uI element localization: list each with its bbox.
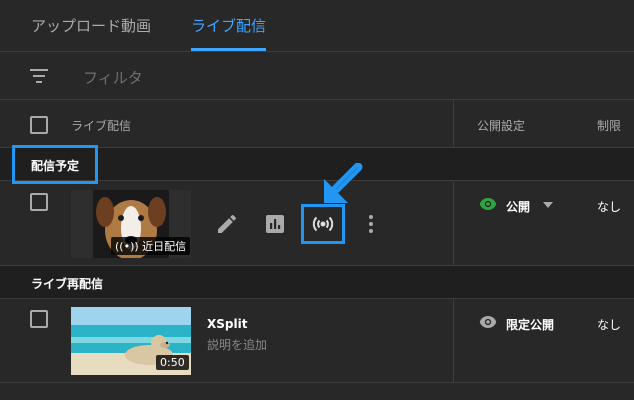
tab-bar: アップロード動画 ライブ配信 (0, 0, 634, 52)
tab-live[interactable]: ライブ配信 (191, 0, 266, 52)
filter-input[interactable]: フィルタ (83, 67, 143, 88)
select-all-checkbox[interactable] (30, 116, 48, 134)
section-label-replays: ライブ再配信 (31, 277, 104, 291)
tab-active-indicator (191, 48, 266, 51)
upcoming-badge-label: 近日配信 (142, 240, 187, 253)
column-header-visibility[interactable]: 公開設定 (477, 117, 525, 134)
live-broadcast-small-icon: ((•)) (115, 240, 139, 253)
column-divider (453, 100, 454, 148)
public-eye-icon (479, 198, 497, 210)
pointer-arrow-icon (324, 163, 363, 203)
filter-bar: フィルタ (0, 53, 634, 100)
restrictions-value: なし (597, 318, 622, 332)
visibility-value: 公開 (506, 200, 531, 214)
section-label-scheduled: 配信予定 (31, 159, 80, 173)
filter-icon[interactable] (30, 69, 48, 83)
edit-pencil-icon[interactable] (215, 212, 239, 236)
visibility-value: 限定公開 (506, 318, 555, 332)
unlisted-eye-icon (479, 316, 497, 328)
table-header: ライブ配信 公開設定 制限 (0, 100, 634, 148)
live-streaming-icon[interactable] (311, 212, 335, 236)
column-header-video[interactable]: ライブ配信 (71, 117, 131, 134)
restrictions-value: なし (597, 200, 622, 214)
tab-uploads[interactable]: アップロード動画 (31, 0, 151, 52)
row-checkbox[interactable] (30, 310, 48, 328)
analytics-icon[interactable] (263, 212, 287, 236)
column-divider (453, 299, 454, 383)
more-options-icon[interactable] (359, 212, 383, 236)
duration-badge: 0:50 (156, 355, 189, 370)
row-checkbox[interactable] (30, 193, 48, 211)
add-description-link[interactable]: 説明を追加 (207, 336, 267, 353)
video-title[interactable]: XSplit (207, 317, 247, 331)
column-divider (453, 182, 454, 266)
dropdown-arrow-icon[interactable] (543, 202, 553, 208)
upcoming-badge: ((•)) 近日配信 (111, 237, 191, 255)
column-header-restrictions[interactable]: 制限 (597, 117, 621, 134)
